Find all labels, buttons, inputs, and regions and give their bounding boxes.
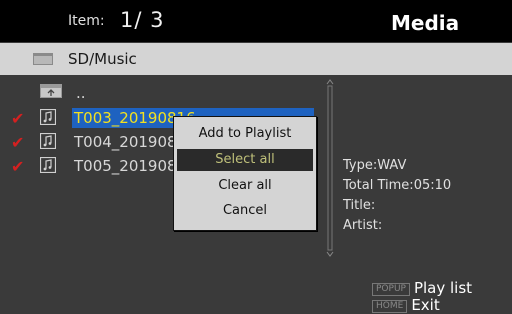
legend-popup: POPUP Play list — [372, 279, 472, 297]
top-bar: Item: 1/ 3 Media — [0, 0, 512, 42]
file-name: T004_201908 — [74, 133, 177, 151]
parent-folder-icon — [40, 84, 62, 98]
add-to-playlist-menu-item[interactable]: Add to Playlist — [177, 123, 313, 145]
current-path: SD/Music — [68, 50, 137, 68]
cancel-menu-item[interactable]: Cancel — [177, 200, 313, 222]
parent-folder-label: .. — [76, 84, 86, 102]
file-name: T005_201908 — [74, 157, 177, 175]
list-scrollbar[interactable] — [325, 78, 335, 258]
clear-all-menu-item[interactable]: Clear all — [177, 175, 313, 197]
legend-home: HOME Exit — [372, 296, 440, 314]
parent-folder-row[interactable]: .. — [0, 83, 320, 103]
popup-menu: Add to Playlist Select all Clear all Can… — [173, 116, 317, 231]
popup-action-label: Play list — [413, 279, 473, 297]
check-icon: ✔ — [11, 133, 25, 152]
file-type: Type:WAV — [343, 158, 407, 173]
check-icon: ✔ — [11, 109, 25, 128]
folder-icon — [33, 53, 53, 65]
home-action-label: Exit — [411, 296, 440, 314]
track-artist: Artist: — [343, 218, 383, 233]
item-counter: 1/ 3 — [120, 8, 165, 32]
page-title: Media — [391, 11, 460, 35]
item-label: Item: — [68, 13, 105, 29]
path-bar: SD/Music — [0, 43, 512, 75]
select-all-menu-item[interactable]: Select all — [177, 149, 313, 171]
audio-file-icon — [40, 133, 56, 149]
audio-file-icon — [40, 157, 56, 173]
track-title: Title: — [343, 198, 376, 213]
total-time: Total Time:05:10 — [343, 178, 452, 193]
check-icon: ✔ — [11, 157, 25, 176]
home-key-icon: HOME — [372, 300, 408, 313]
audio-file-icon — [40, 109, 56, 125]
popup-key-icon: POPUP — [372, 283, 410, 296]
